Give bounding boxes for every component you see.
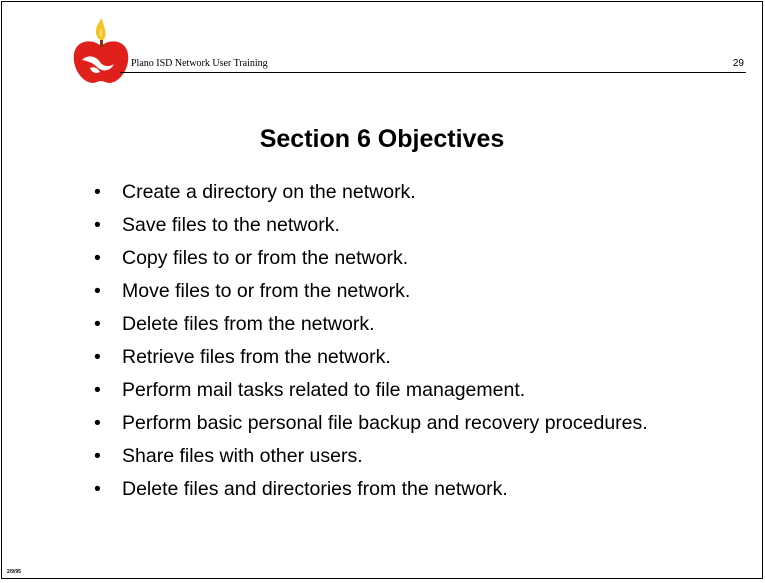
objective-text: Perform mail tasks related to file manag… — [122, 379, 526, 401]
slide: Plano ISD Network User Training 29 Secti… — [1, 1, 763, 579]
objective-item: • Perform basic personal file backup and … — [94, 411, 714, 435]
objective-text: Move files to or from the network. — [122, 280, 411, 302]
header-title: Plano ISD Network User Training — [131, 58, 268, 69]
bullet-dot: • — [94, 346, 101, 368]
objective-item: • Delete files from the network. — [94, 312, 714, 336]
objective-item: • Delete files and directories from the n… — [94, 477, 714, 501]
objective-text: Delete files from the network. — [122, 313, 375, 335]
bullet-dot: • — [94, 313, 101, 335]
apple-logo-icon — [73, 18, 129, 83]
bullet-dot: • — [94, 412, 101, 434]
bullet-dot: • — [94, 214, 101, 236]
bullet-dot: • — [94, 478, 101, 500]
objective-item: • Move files to or from the network. — [94, 279, 714, 303]
footer-date: 2/9/95 — [7, 569, 21, 575]
objective-item: • Save files to the network. — [94, 213, 714, 237]
bullet-dot: • — [94, 181, 101, 203]
slide-title: Section 6 Objectives — [259, 125, 505, 153]
objective-text: Share files with other users. — [122, 445, 363, 467]
header-divider — [120, 72, 746, 73]
objective-text: Create a directory on the network. — [122, 181, 416, 203]
objective-text: Perform basic personal file backup and r… — [122, 412, 648, 434]
objectives-list: • Create a directory on the network. • Sav… — [94, 180, 714, 510]
objective-item: • Perform mail tasks related to file mana… — [94, 378, 714, 402]
objective-text: Delete files and directories from the ne… — [122, 478, 508, 500]
objective-item: • Create a directory on the network. — [94, 180, 714, 204]
page-number: 29 — [732, 58, 744, 69]
bullet-dot: • — [94, 247, 101, 269]
objective-text: Save files to the network. — [122, 214, 340, 236]
objective-item: • Retrieve files from the network. — [94, 345, 714, 369]
objective-item: • Share files with other users. — [94, 444, 714, 468]
bullet-dot: • — [94, 280, 101, 302]
objective-item: • Copy files to or from the network. — [94, 246, 714, 270]
objective-text: Copy files to or from the network. — [122, 247, 409, 269]
objective-text: Retrieve files from the network. — [122, 346, 391, 368]
bullet-dot: • — [94, 379, 101, 401]
bullet-dot: • — [94, 445, 101, 467]
